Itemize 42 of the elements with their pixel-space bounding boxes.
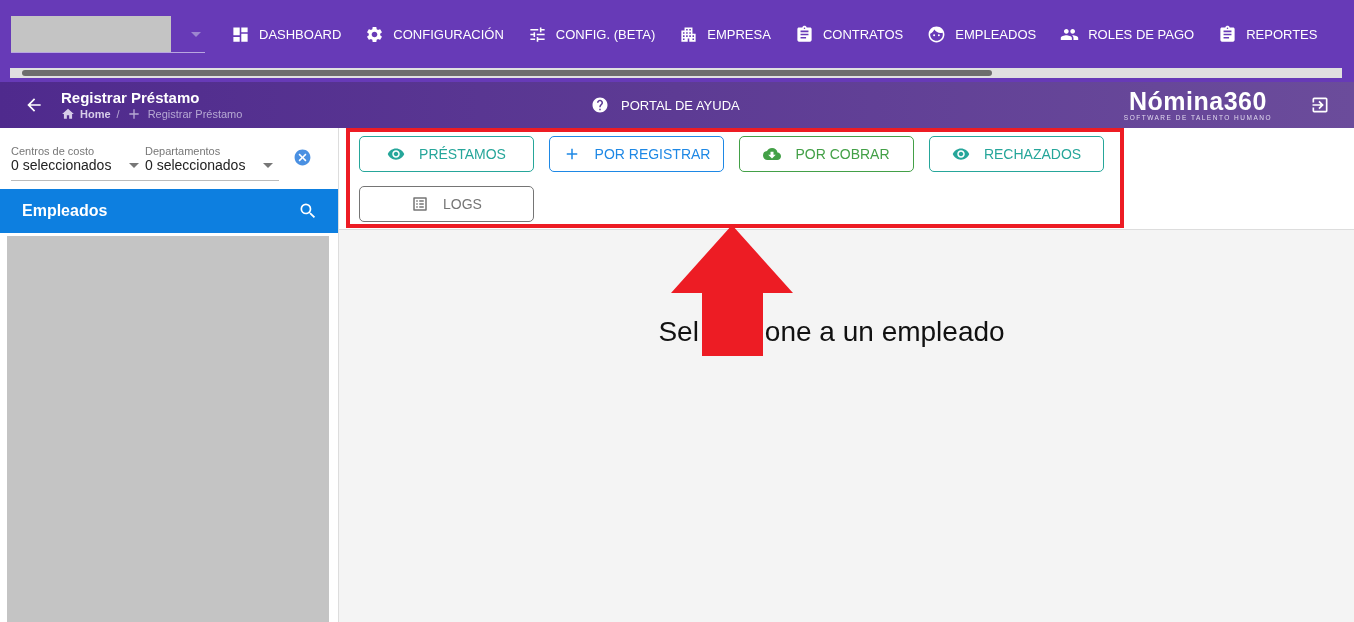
eye-icon: [387, 145, 406, 163]
nav-link[interactable]: CONFIG. (BETA): [515, 24, 668, 44]
face-icon: [927, 24, 947, 44]
filter-button[interactable]: LOGS: [359, 186, 534, 222]
nav-link[interactable]: REPORTES: [1206, 24, 1330, 44]
logout-button[interactable]: [1310, 95, 1330, 115]
search-button[interactable]: [298, 201, 318, 221]
nav-link[interactable]: EMPRESA: [667, 24, 783, 44]
nav-link[interactable]: CONFIGURACIÓN: [353, 24, 516, 44]
nav-link[interactable]: EMPLEADOS: [915, 24, 1049, 44]
nav-link[interactable]: DASHBOARD: [219, 24, 354, 44]
clear-button[interactable]: [293, 147, 312, 167]
nav-link[interactable]: ROLES DE PAGO: [1048, 24, 1207, 44]
scrollbar[interactable]: [10, 68, 1342, 78]
company-select[interactable]: [11, 15, 205, 53]
filter-select[interactable]: Departamentos 0 seleccionados: [145, 145, 279, 181]
nav-link[interactable]: CONTRATOS: [782, 24, 916, 44]
dashboard-icon: [231, 24, 250, 44]
breadcrumb-separator: /: [116, 107, 120, 120]
building-icon: [679, 24, 699, 44]
list-icon: [411, 195, 430, 213]
home-icon: [61, 106, 75, 121]
empty-message: Sel: [658, 316, 699, 348]
clipboard-icon: [1218, 24, 1238, 44]
help-link[interactable]: PORTAL DE AYUDA: [591, 96, 740, 114]
caret-icon: [129, 162, 139, 168]
filter-select[interactable]: Centros de costo 0 seleccionados: [11, 145, 145, 181]
panel-title: Empleados: [22, 202, 108, 220]
sliders-icon: [527, 24, 547, 44]
caret-icon: [191, 31, 201, 37]
breadcrumb-link[interactable]: Home: [61, 106, 111, 121]
settings-icon: [365, 24, 385, 44]
clipboard-icon: [794, 24, 814, 44]
caret-icon: [263, 162, 273, 168]
eye-icon: [951, 145, 970, 163]
logo-name: Nómina360: [1128, 89, 1267, 114]
cloud-download-icon: [763, 145, 782, 163]
empty-message: one a un empleado: [764, 316, 1005, 348]
help-icon: [591, 96, 609, 114]
page-title: Registrar Préstamo: [61, 88, 201, 106]
filter-button[interactable]: POR REGISTRAR: [549, 136, 724, 172]
breadcrumb-current: Registrar Préstamo: [147, 107, 243, 120]
